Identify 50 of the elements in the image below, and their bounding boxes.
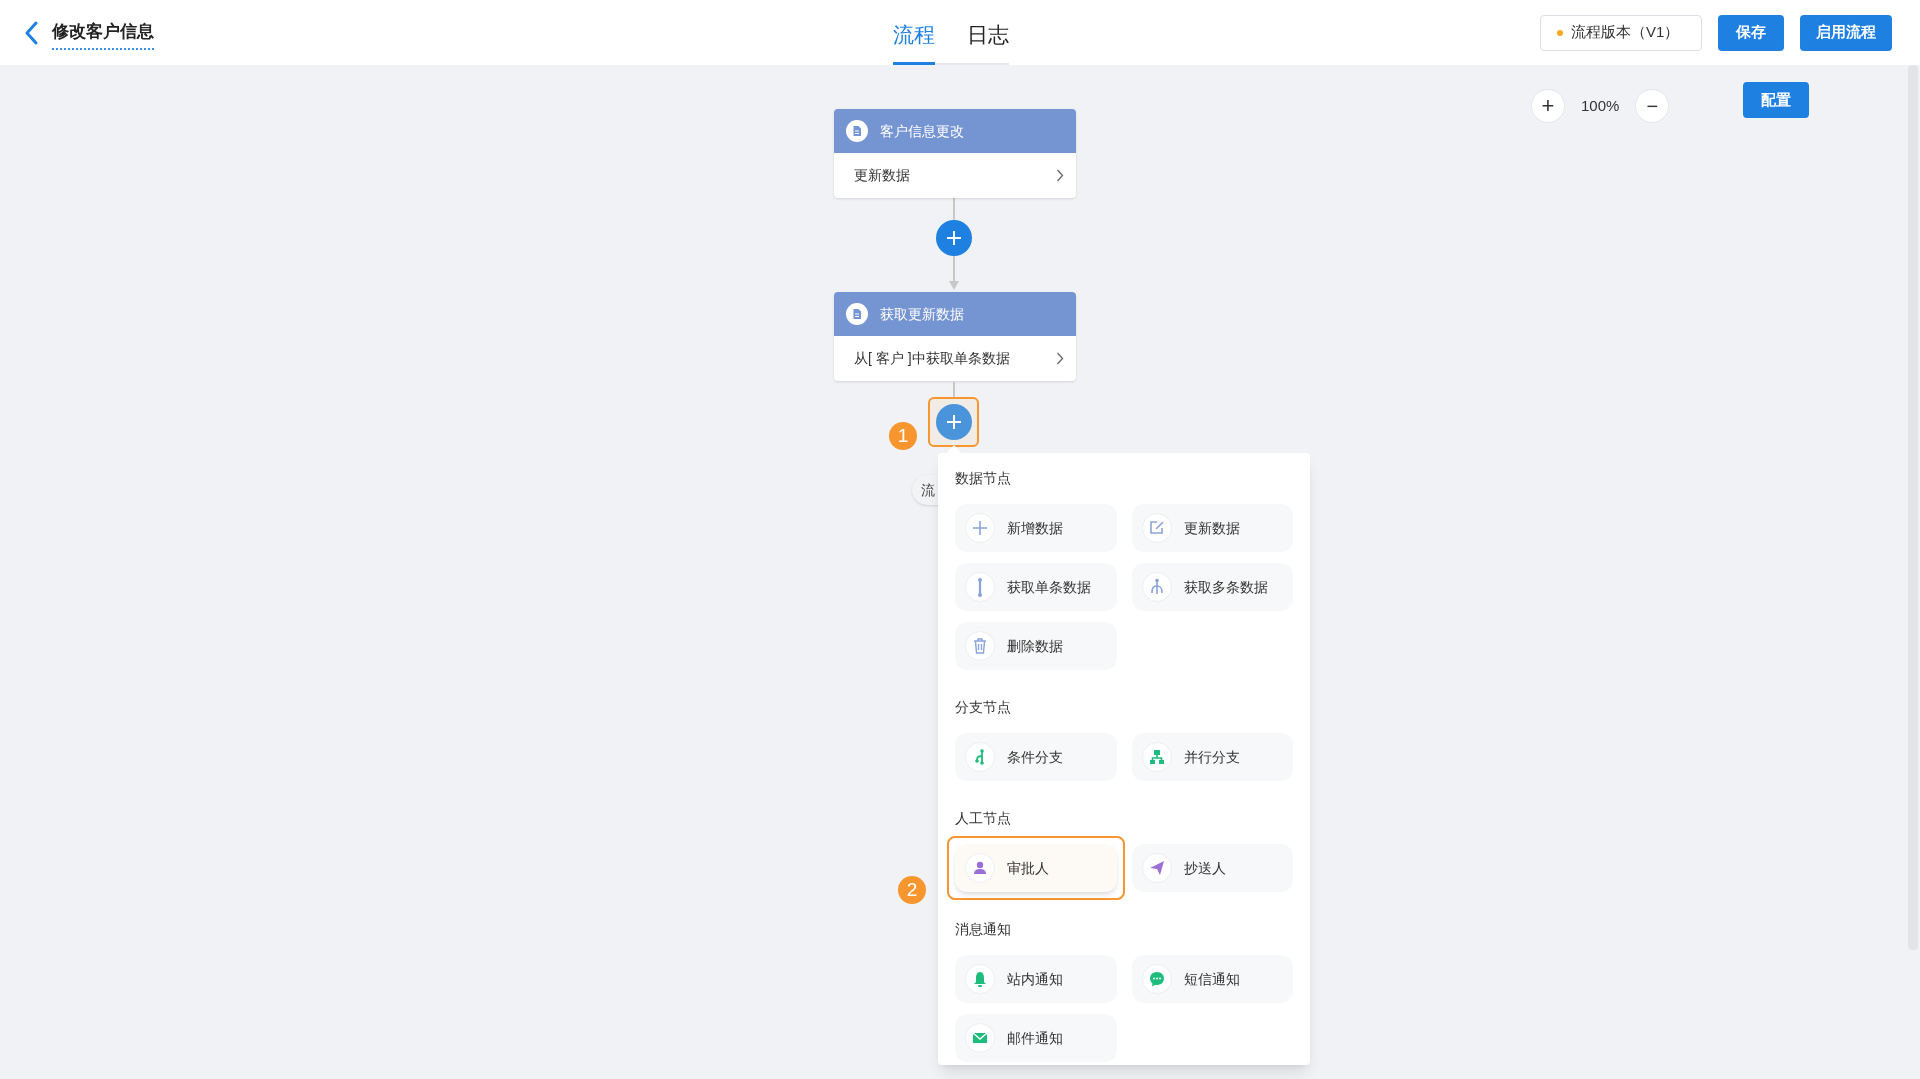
callout-badge: 1	[889, 422, 917, 450]
zoom-in-button[interactable]: +	[1531, 89, 1565, 123]
add-node-button[interactable]	[936, 220, 972, 256]
flow-node[interactable]: 客户信息更改 更新数据	[834, 109, 1076, 198]
document-icon	[846, 303, 868, 325]
node-type-option[interactable]: 抄送人	[1131, 844, 1293, 892]
section-heading: 消息通知	[955, 920, 1012, 939]
node-type-option[interactable]: 条件分支	[955, 733, 1117, 781]
node-type-option[interactable]: 并行分支	[1131, 733, 1293, 781]
version-selector[interactable]: 流程版本（V1）	[1540, 14, 1702, 51]
flow-node[interactable]: 获取更新数据 从[ 客户 ]中获取单条数据	[834, 292, 1076, 381]
header-button[interactable]: 启用流程	[1800, 14, 1892, 51]
back-icon[interactable]	[24, 20, 40, 45]
person-icon	[971, 859, 989, 877]
trash-icon	[971, 637, 989, 655]
document-icon	[846, 120, 868, 142]
vertical-line-icon	[978, 577, 982, 597]
tab[interactable]: 日志	[967, 18, 1009, 65]
zoom-out-button[interactable]: −	[1635, 89, 1670, 123]
node-type-option[interactable]: 新增数据	[955, 504, 1117, 552]
plus-icon	[971, 519, 989, 537]
scrollbar[interactable]	[1908, 65, 1918, 950]
node-type-option[interactable]: 获取多条数据	[1131, 563, 1293, 611]
org-chart-icon	[1147, 748, 1166, 766]
zoom-level: 100%	[1580, 95, 1621, 116]
tab[interactable]: 流程	[893, 18, 935, 65]
node-description: 从[ 客户 ]中获取单条数据	[854, 349, 1010, 368]
node-type-option[interactable]: 站内通知	[955, 955, 1117, 1003]
edit-icon	[1147, 519, 1166, 537]
node-description: 更新数据	[854, 166, 910, 185]
node-type-option[interactable]: 获取单条数据	[955, 563, 1117, 611]
page-title: 修改客户信息	[52, 18, 154, 51]
config-button[interactable]: 配置	[1743, 82, 1809, 118]
node-title: 客户信息更改	[880, 121, 964, 141]
node-type-option[interactable]: 审批人	[955, 844, 1117, 892]
node-type-option[interactable]: 删除数据	[955, 622, 1117, 670]
node-title: 获取更新数据	[880, 304, 964, 324]
plus-icon	[946, 230, 962, 246]
callout-badge: 2	[898, 876, 926, 904]
section-heading: 分支节点	[955, 698, 1012, 717]
node-type-option[interactable]: 邮件通知	[955, 1014, 1117, 1062]
chevron-right-icon	[1056, 352, 1064, 365]
chat-bubble-icon	[1147, 970, 1166, 988]
node-type-option[interactable]: 短信通知	[1131, 955, 1293, 1003]
section-heading: 人工节点	[955, 809, 1012, 828]
chevron-right-icon	[1056, 169, 1064, 182]
node-type-option[interactable]: 更新数据	[1131, 504, 1293, 552]
header-button[interactable]: 保存	[1718, 14, 1784, 51]
status-dot-icon	[1557, 29, 1563, 36]
plus-icon	[946, 414, 962, 430]
